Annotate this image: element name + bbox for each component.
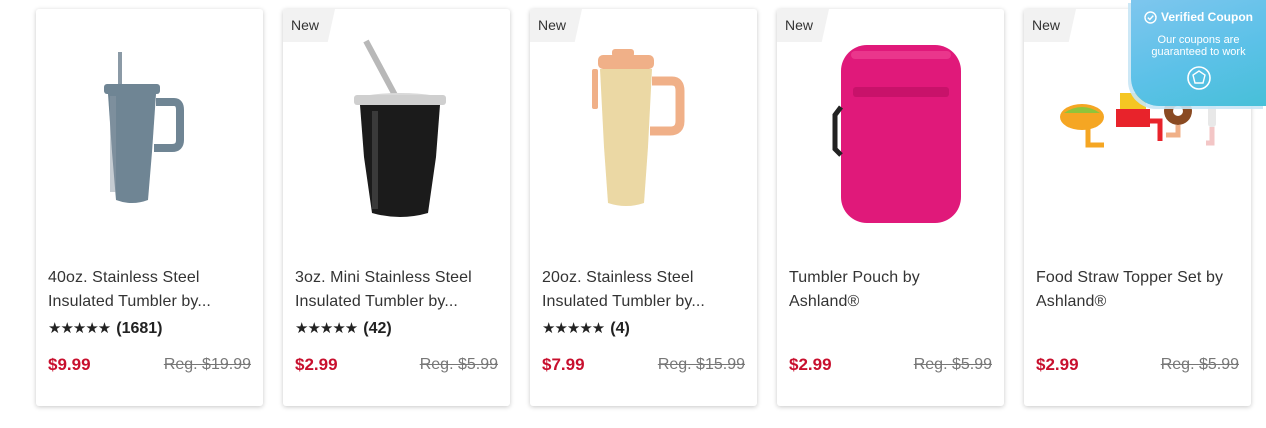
badge-icon <box>1186 66 1211 90</box>
product-title[interactable]: Food Straw Topper Set by Ashland® <box>1036 266 1241 314</box>
regular-price: Reg. $5.99 <box>1160 356 1239 373</box>
regular-price: Reg. $5.99 <box>913 356 992 373</box>
product-card[interactable]: 40oz. Stainless Steel Insulated Tumbler … <box>36 9 263 406</box>
review-count: (4) <box>610 320 630 337</box>
review-count: (1681) <box>116 320 163 337</box>
tumbler-20oz-icon[interactable] <box>530 9 757 254</box>
new-badge: New <box>283 9 336 42</box>
new-badge: New <box>777 9 830 42</box>
product-title[interactable]: 20oz. Stainless Steel Insulated Tumbler … <box>542 266 747 314</box>
coupon-description: Our coupons are guaranteed to work <box>1151 34 1246 58</box>
product-title[interactable]: 40oz. Stainless Steel Insulated Tumbler … <box>48 266 253 314</box>
product-rating: ★★★★★ (4) <box>542 319 630 338</box>
star-rating-icon: ★★★★★ <box>295 319 358 337</box>
regular-price: Reg. $5.99 <box>419 356 498 373</box>
sale-price: $7.99 <box>542 355 585 374</box>
product-rating: ★★★★★ (1681) <box>48 319 163 338</box>
product-card[interactable]: New 20oz. Stainless Steel Insulated Tumb… <box>530 9 757 406</box>
pouch-icon[interactable] <box>777 9 1004 254</box>
verified-coupon-widget[interactable]: Verified Coupon Our coupons are guarante… <box>1131 0 1266 106</box>
product-title[interactable]: Tumbler Pouch by Ashland® <box>789 266 994 314</box>
product-title[interactable]: 3oz. Mini Stainless Steel Insulated Tumb… <box>295 266 500 314</box>
tumbler-40oz-icon[interactable] <box>36 9 263 254</box>
mini-tumbler-icon[interactable] <box>283 9 510 254</box>
new-badge: New <box>1024 9 1077 42</box>
sale-price: $2.99 <box>295 355 338 374</box>
star-rating-icon: ★★★★★ <box>48 319 111 337</box>
regular-price: Reg. $19.99 <box>163 356 251 373</box>
regular-price: Reg. $15.99 <box>657 356 745 373</box>
check-circle-icon <box>1144 10 1157 24</box>
product-rating: ★★★★★ (42) <box>295 319 392 338</box>
coupon-header: Verified Coupon <box>1131 10 1266 24</box>
coupon-title: Verified Coupon <box>1160 10 1253 24</box>
sale-price: $9.99 <box>48 355 91 374</box>
review-count: (42) <box>363 320 392 337</box>
sale-price: $2.99 <box>1036 355 1079 374</box>
product-card[interactable]: New Tumbler Pouch by Ashland® $2.99 Reg.… <box>777 9 1004 406</box>
new-badge: New <box>530 9 583 42</box>
star-rating-icon: ★★★★★ <box>542 319 605 337</box>
product-card[interactable]: New 3oz. Mini Stainless Steel Insulated … <box>283 9 510 406</box>
sale-price: $2.99 <box>789 355 832 374</box>
